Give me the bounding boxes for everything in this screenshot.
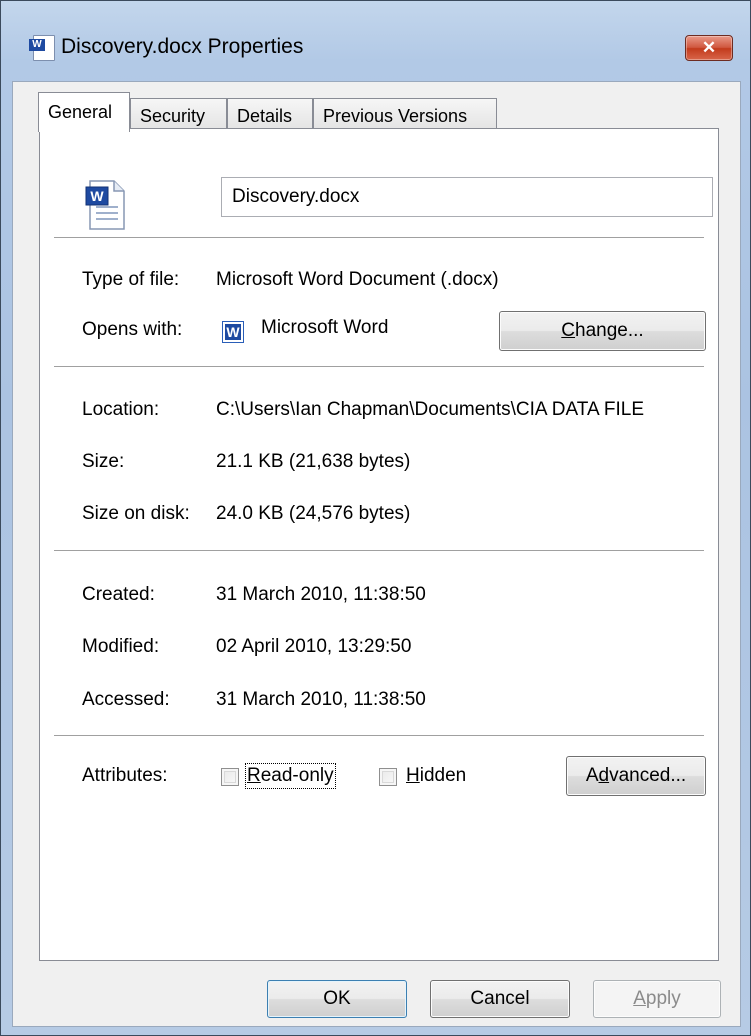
advanced-button-label: vanced...	[609, 765, 687, 786]
dialog-body: General Security Details Previous Versio…	[12, 81, 741, 1027]
word-document-title-icon: W	[29, 35, 55, 61]
apply-accel: A	[633, 988, 646, 1009]
attributes-label: Attributes:	[82, 765, 168, 786]
modified-value: 02 April 2010, 13:29:50	[216, 636, 412, 657]
location-value: C:\Users\Ian Chapman\Documents\CIA DATA …	[216, 399, 645, 420]
word-document-icon: W	[84, 179, 128, 231]
tab-details[interactable]: Details	[227, 98, 313, 132]
svg-text:W: W	[90, 188, 104, 204]
hidden-label[interactable]: Hidden	[406, 765, 466, 787]
tab-general[interactable]: General	[38, 92, 130, 132]
close-icon: ✕	[701, 38, 717, 57]
window-title: Discovery.docx Properties	[61, 35, 304, 58]
word-app-icon: W	[222, 321, 244, 343]
close-button[interactable]: ✕	[685, 35, 733, 61]
tab-previous-versions[interactable]: Previous Versions	[313, 98, 497, 132]
separator	[54, 735, 704, 737]
title-bar[interactable]: W Discovery.docx Properties ✕	[1, 1, 750, 81]
modified-label: Modified:	[82, 636, 160, 657]
file-name-field[interactable]: Discovery.docx	[221, 177, 713, 217]
location-label: Location:	[82, 399, 160, 420]
size-value: 21.1 KB (21,638 bytes)	[216, 451, 411, 472]
created-label: Created:	[82, 584, 155, 605]
opens-with-label: Opens with:	[82, 319, 183, 340]
readonly-label[interactable]: Read-only	[245, 763, 336, 789]
general-panel: W Discovery.docx Type of file: Microsoft…	[39, 128, 719, 961]
hidden-checkbox[interactable]	[379, 768, 397, 786]
tab-security[interactable]: Security	[130, 98, 227, 132]
readonly-checkbox[interactable]	[221, 768, 239, 786]
size-on-disk-value: 24.0 KB (24,576 bytes)	[216, 503, 411, 524]
change-button-label: hange...	[575, 320, 644, 341]
created-value: 31 March 2010, 11:38:50	[216, 584, 426, 605]
readonly-label-text: ead-only	[260, 765, 334, 786]
separator	[54, 237, 704, 239]
hidden-label-text: idden	[419, 765, 467, 786]
advanced-button[interactable]: Advanced...	[566, 756, 706, 796]
cancel-button[interactable]: Cancel	[430, 980, 570, 1018]
type-of-file-value: Microsoft Word Document (.docx)	[216, 269, 499, 290]
apply-button[interactable]: Apply	[593, 980, 721, 1018]
advanced-button-accel: d	[598, 765, 610, 786]
apply-label: pply	[645, 988, 681, 1009]
type-of-file-label: Type of file:	[82, 269, 180, 290]
separator	[54, 550, 704, 552]
hidden-accel: H	[406, 765, 420, 786]
accessed-value: 31 March 2010, 11:38:50	[216, 689, 426, 710]
size-on-disk-label: Size on disk:	[82, 503, 190, 524]
advanced-button-prefix: A	[585, 765, 599, 786]
separator	[54, 366, 704, 368]
ok-button[interactable]: OK	[267, 980, 407, 1018]
size-label: Size:	[82, 451, 125, 472]
opens-with-value: Microsoft Word	[261, 317, 389, 338]
change-button[interactable]: Change...	[499, 311, 706, 351]
accessed-label: Accessed:	[82, 689, 170, 710]
readonly-accel: R	[247, 765, 261, 786]
properties-window: W Discovery.docx Properties ✕ General Se…	[0, 0, 751, 1036]
change-button-accel: C	[561, 320, 576, 341]
